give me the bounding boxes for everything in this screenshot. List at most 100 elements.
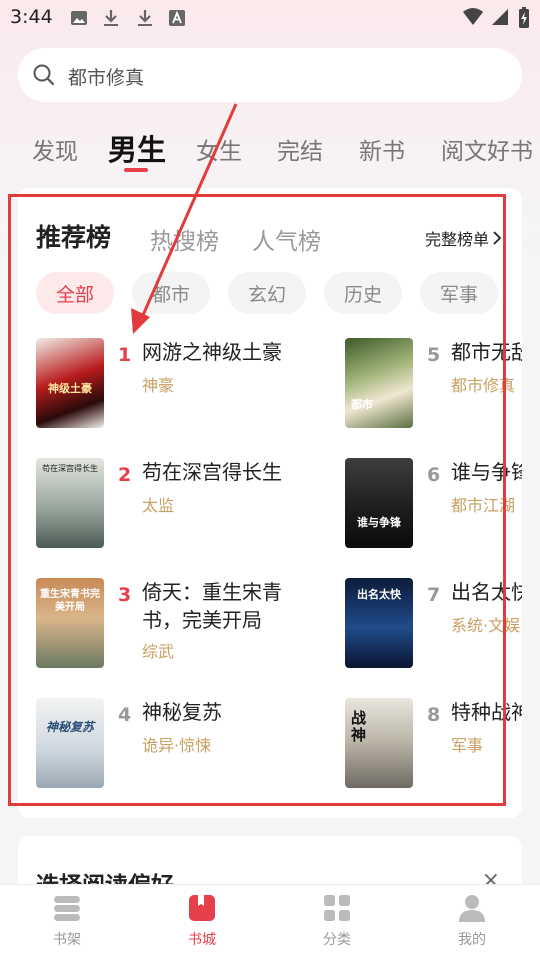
book-item[interactable]: 重生宋青书完美开局 3 倚天：重生宋青书，完美开局 综武 <box>36 578 282 674</box>
cover-text: 苟在深宫得长生 <box>42 464 98 473</box>
book-cover: 神级土豪 <box>36 338 104 428</box>
search-placeholder: 都市修真 <box>68 67 145 89</box>
book-item[interactable]: 出名太快 7 出名太快 系统·文娱 <box>345 578 522 674</box>
tab-discover[interactable]: 发现 <box>32 132 78 166</box>
tab-male[interactable]: 男生 <box>108 127 166 169</box>
book-tag: 综武 <box>142 642 175 661</box>
bottom-navigation: 书架 书城 分类 我的 <box>0 884 540 960</box>
chip-fantasy[interactable]: 玄幻 <box>228 272 306 314</box>
download-icon <box>104 10 118 26</box>
book-title: 苟在深宫得长生 <box>142 460 282 484</box>
tab-recommended[interactable]: 推荐榜 <box>36 218 111 254</box>
rank-number: 6 <box>427 464 441 486</box>
nav-bookstore[interactable]: 书城 <box>162 893 242 949</box>
chip-label: 玄幻 <box>247 283 286 306</box>
chip-all[interactable]: 全部 <box>36 272 114 314</box>
nav-label: 分类 <box>323 932 351 948</box>
battery-icon <box>519 7 529 28</box>
book-item[interactable]: 谁与争锋 6 谁与争锋 都市江湖 <box>345 458 522 554</box>
cover-text: 神秘复苏 <box>45 720 94 734</box>
cover-text: 战神 <box>351 709 367 744</box>
chip-military[interactable]: 军事 <box>420 272 498 314</box>
status-bar: 3:44 <box>0 0 540 36</box>
chip-label: 都市 <box>151 283 190 306</box>
rank-number: 8 <box>427 704 441 726</box>
book-cover: 神秘复苏 <box>36 698 104 788</box>
book-tag: 神豪 <box>142 376 175 395</box>
category-grid-icon <box>324 895 350 921</box>
book-tag: 诡异·惊悚 <box>142 736 212 755</box>
cover-text: 重生宋青书完美开局 <box>40 589 100 613</box>
cellular-signal-icon <box>492 9 508 25</box>
tab-new-books[interactable]: 新书 <box>359 132 405 166</box>
rank-number: 3 <box>118 584 132 606</box>
book-title: 网游之神级土豪 <box>142 340 282 364</box>
book-title: 出名太快 <box>451 580 522 604</box>
nav-label: 书城 <box>188 932 216 948</box>
book-tag: 都市江湖 <box>451 496 516 515</box>
status-time: 3:44 <box>10 6 53 28</box>
active-tab-indicator <box>124 168 148 172</box>
book-cover: 谁与争锋 <box>345 458 413 548</box>
book-cover: 重生宋青书完美开局 <box>36 578 104 668</box>
search-icon <box>33 64 55 86</box>
full-ranking-label: 完整榜单 <box>424 230 489 249</box>
book-title: 都市无敌 <box>451 340 522 364</box>
rank-number: 7 <box>427 584 441 606</box>
book-item[interactable]: 战神 8 特种战神 军事 <box>345 698 522 794</box>
download-icon <box>138 10 152 26</box>
book-tag: 军事 <box>451 736 484 755</box>
nav-label: 我的 <box>458 932 486 948</box>
book-item[interactable]: 神秘复苏 4 神秘复苏 诡异·惊悚 <box>36 698 266 794</box>
nav-profile[interactable]: 我的 <box>432 893 512 949</box>
tab-good-books[interactable]: 阅文好书 <box>441 132 533 166</box>
nav-label: 书架 <box>53 932 81 948</box>
chip-urban[interactable]: 都市 <box>132 272 210 314</box>
search-bar[interactable]: 都市修真 <box>18 48 522 102</box>
book-cover: 苟在深宫得长生 <box>36 458 104 548</box>
book-tag: 都市修真 <box>451 376 516 395</box>
person-icon <box>459 895 485 922</box>
chip-label: 军事 <box>439 283 478 306</box>
book-tag: 太监 <box>142 496 175 515</box>
tab-hot-search[interactable]: 热搜榜 <box>150 222 219 256</box>
font-notification-icon <box>169 10 185 26</box>
nav-bookshelf[interactable]: 书架 <box>27 893 107 949</box>
book-cover: 都市 <box>345 338 413 428</box>
cover-text: 都市 <box>351 398 373 411</box>
rank-number: 1 <box>118 344 132 366</box>
book-item[interactable]: 都市 5 都市无敌 都市修真 <box>345 338 522 434</box>
book-title: 神秘复苏 <box>142 700 222 724</box>
book-item[interactable]: 神级土豪 1 网游之神级土豪 神豪 <box>36 338 282 434</box>
tab-completed[interactable]: 完结 <box>277 132 323 166</box>
rank-number: 2 <box>118 464 132 486</box>
tab-popularity[interactable]: 人气榜 <box>252 222 321 256</box>
cover-text: 神级土豪 <box>48 382 92 395</box>
full-ranking-link[interactable]: 完整榜单 <box>425 226 502 250</box>
gallery-notification-icon <box>71 11 87 25</box>
ranking-tabs: 推荐榜 热搜榜 人气榜 完整榜单 <box>18 216 522 256</box>
cover-text: 谁与争锋 <box>357 516 401 529</box>
rank-number: 5 <box>427 344 441 366</box>
book-title: 特种战神 <box>451 700 522 724</box>
book-cover: 出名太快 <box>345 578 413 668</box>
nav-category[interactable]: 分类 <box>297 893 377 949</box>
category-tabs: 发现 男生 女生 完结 新书 阅文好书 <box>0 124 540 180</box>
wifi-icon <box>463 8 483 25</box>
book-tag: 系统·文娱 <box>451 616 521 635</box>
book-cover: 战神 <box>345 698 413 788</box>
bookshelf-icon <box>54 896 80 921</box>
chevron-right-icon <box>493 231 502 245</box>
cover-text: 出名太快 <box>357 588 401 601</box>
genre-chips: 全部 都市 玄幻 历史 军事 <box>18 272 522 314</box>
rank-number: 4 <box>118 704 132 726</box>
chip-label: 历史 <box>343 283 382 306</box>
book-item[interactable]: 苟在深宫得长生 2 苟在深宫得长生 太监 <box>36 458 282 554</box>
tab-female[interactable]: 女生 <box>196 132 242 166</box>
ranking-card: 推荐榜 热搜榜 人气榜 完整榜单 全部 都市 玄幻 历史 军事 神级土豪 1 网… <box>18 188 522 818</box>
chip-label: 全部 <box>55 283 94 306</box>
book-title: 谁与争锋 <box>451 460 522 484</box>
book-title: 倚天：重生宋青书，完美开局 <box>142 580 282 632</box>
chip-history[interactable]: 历史 <box>324 272 402 314</box>
bookstore-icon <box>189 895 215 921</box>
